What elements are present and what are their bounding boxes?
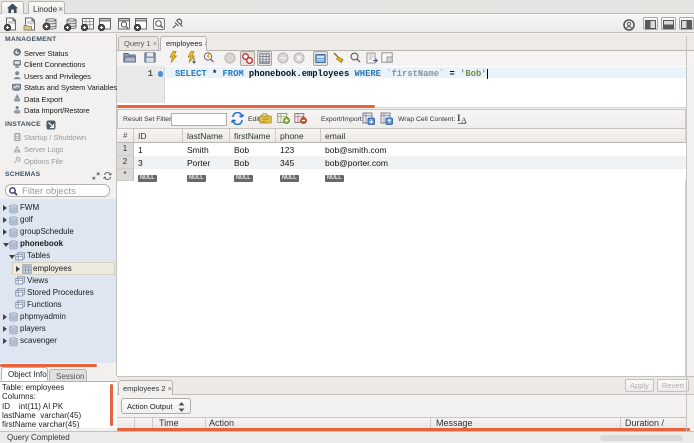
svg-text:A: A [461,116,467,124]
svg-text:SQL: SQL [8,20,17,25]
svg-text:SQL: SQL [27,20,36,25]
